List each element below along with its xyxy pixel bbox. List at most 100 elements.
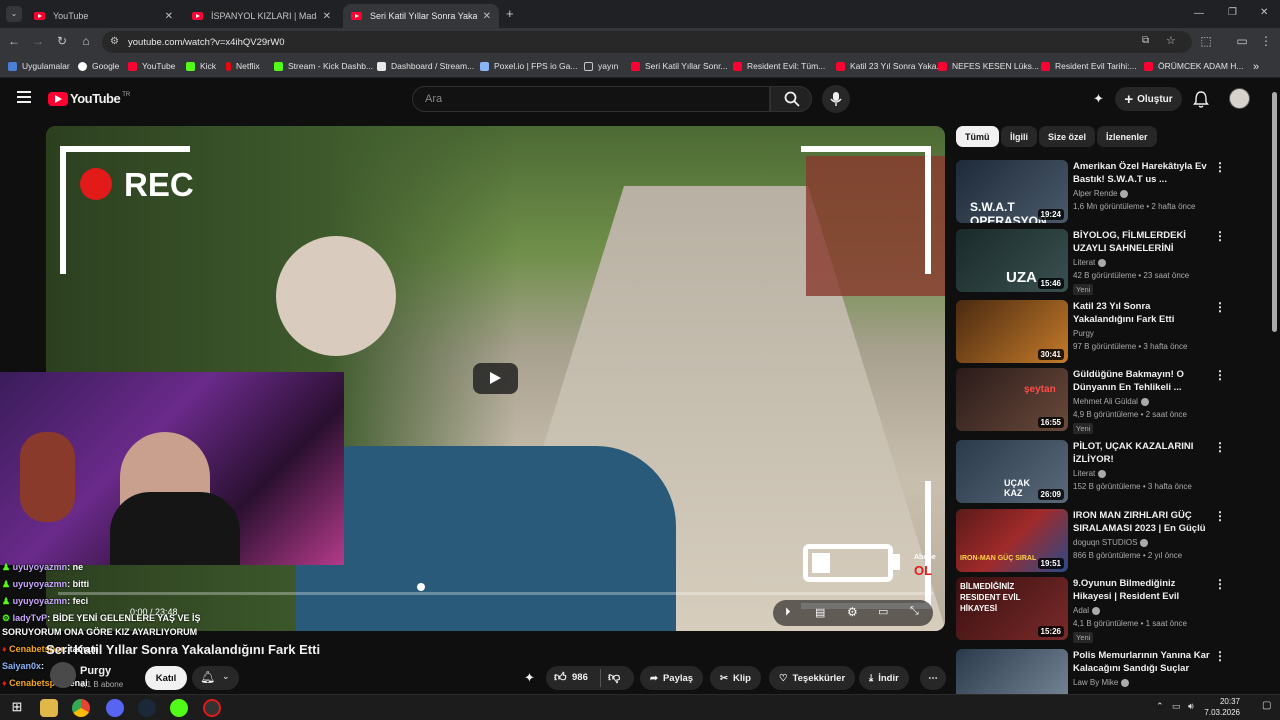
close-window-icon[interactable]: ✕: [1260, 7, 1268, 18]
forward-icon[interactable]: →: [30, 34, 46, 48]
thanks-button[interactable]: ♡ Teşekkürler: [769, 666, 856, 690]
channel-name[interactable]: Purgy: [80, 665, 111, 677]
rec-more-icon[interactable]: ⋮: [1214, 440, 1226, 454]
chip-for-you[interactable]: Size özel: [1039, 126, 1096, 147]
hamburger-menu-icon[interactable]: [17, 91, 31, 103]
rec-channel[interactable]: Alper Rende: [1073, 189, 1129, 198]
bookmark-kick[interactable]: Kick: [186, 61, 216, 71]
join-button[interactable]: Katıl: [145, 666, 187, 690]
rec-more-icon[interactable]: ⋮: [1214, 509, 1226, 523]
notifications-icon[interactable]: [1193, 90, 1209, 113]
tab-ispanyol[interactable]: İSPANYOL KIZLARI | Madara Ol ✕: [184, 4, 339, 28]
thumbs-down-icon[interactable]: 👎︎: [608, 670, 620, 685]
chrome-icon[interactable]: [72, 699, 90, 717]
rec-channel[interactable]: Purgy: [1073, 329, 1094, 338]
subtitles-icon[interactable]: ▤: [815, 606, 825, 619]
clip-button[interactable]: ✂ Klip: [710, 666, 761, 690]
windows-start-icon[interactable]: ⊞: [8, 699, 26, 717]
gemini-sparkle-icon[interactable]: ✦: [1093, 91, 1104, 107]
tab-youtube[interactable]: YouTube ✕: [26, 4, 181, 28]
file-explorer-icon[interactable]: [40, 699, 58, 717]
rec-title[interactable]: Katil 23 Yıl Sonra Yakalandığını Fark Et…: [1073, 300, 1213, 326]
rec-title[interactable]: IRON MAN ZIRHLARI GÜÇ SIRALAMASI 2023 | …: [1073, 509, 1213, 535]
notification-center-icon[interactable]: ▢: [1262, 700, 1271, 711]
channel-avatar[interactable]: [50, 662, 76, 688]
bookmark-resident-evil[interactable]: Resident Evil: Tüm...: [733, 61, 825, 71]
tab-seri-katil[interactable]: Seri Katil Yıllar Sonra Yakalandı ✕: [343, 4, 499, 28]
autoplay-toggle-icon[interactable]: ⏵: [785, 606, 791, 619]
rec-channel[interactable]: Mehmet Ali Güldal: [1073, 397, 1149, 406]
avatar[interactable]: [1229, 88, 1250, 109]
rec-channel[interactable]: Law By Mike: [1073, 678, 1130, 687]
bookmark-kick-stream[interactable]: Stream - Kick Dashb...: [274, 61, 373, 71]
share-button[interactable]: ➦ Paylaş: [640, 666, 704, 690]
steam-icon[interactable]: [138, 699, 156, 717]
bookmark-google[interactable]: Google: [78, 61, 119, 71]
recommendation-item[interactable]: 30:41 Katil 23 Yıl Sonra Yakalandığını F…: [956, 300, 1256, 364]
rec-more-icon[interactable]: ⋮: [1214, 229, 1226, 243]
rec-channel[interactable]: Adal: [1073, 606, 1101, 615]
subscription-bell-button[interactable]: 🔔︎ ⌄: [192, 666, 239, 690]
bookmark-resident-evil-tarihi[interactable]: Resident Evil Tarihi:...: [1041, 61, 1137, 71]
close-tab-icon[interactable]: ✕: [483, 11, 491, 22]
video-thumbnail[interactable]: [956, 649, 1068, 694]
close-tab-icon[interactable]: ✕: [323, 11, 331, 22]
create-button[interactable]: + Oluştur: [1115, 87, 1182, 111]
rec-title[interactable]: 9.Oyunun Bilmediğiniz Hikayesi | Residen…: [1073, 577, 1213, 603]
chip-all[interactable]: Tümü: [956, 126, 999, 147]
download-button[interactable]: ⤓ İndir: [859, 666, 909, 690]
cast-icon[interactable]: ⧉: [1142, 35, 1149, 46]
rec-more-icon[interactable]: ⋮: [1214, 160, 1226, 174]
more-actions-button[interactable]: ⋯: [920, 666, 946, 690]
play-button[interactable]: [473, 363, 518, 394]
new-tab-button[interactable]: +: [506, 6, 514, 21]
rec-channel[interactable]: doguqn STUDIOS: [1073, 538, 1149, 547]
bookmark-nefes-kesen[interactable]: NEFES KESEN Lüks...: [938, 61, 1039, 71]
video-thumbnail[interactable]: UÇAK KAZ 26:09: [956, 440, 1068, 503]
recommendation-item[interactable]: şeytan 16:55 Güldüğüne Bakmayın! O Dünyan…: [956, 368, 1256, 434]
thumbs-up-icon[interactable]: 👍︎: [554, 670, 567, 685]
chip-watched[interactable]: İzlenenler: [1097, 126, 1157, 147]
menu-icon[interactable]: ⋮: [1258, 34, 1274, 48]
progress-bar[interactable]: [58, 592, 933, 595]
reload-icon[interactable]: ↻: [54, 34, 70, 48]
video-thumbnail[interactable]: 30:41: [956, 300, 1068, 363]
rec-more-icon[interactable]: ⋮: [1214, 368, 1226, 382]
recommendation-item[interactable]: IRON-MAN GÜÇ SIRAL 19:51 IRON MAN ZIRHLAR…: [956, 509, 1256, 573]
clock-date[interactable]: 7.03.2026: [1200, 708, 1240, 717]
bookmark-star-icon[interactable]: ☆: [1166, 34, 1176, 47]
bookmark-netflix[interactable]: Netflix: [226, 61, 260, 71]
bookmark-youtube[interactable]: YouTube: [128, 61, 175, 71]
restore-icon[interactable]: ❐: [1228, 7, 1237, 18]
tab-search-button[interactable]: ⌄: [6, 6, 22, 22]
video-thumbnail[interactable]: S.W.A.T OPERASYON 19:24: [956, 160, 1068, 223]
bookmark-folder-yayin[interactable]: yayın: [584, 61, 618, 71]
xbox-icon[interactable]: [170, 699, 188, 717]
discord-icon[interactable]: [106, 699, 124, 717]
recommendation-item[interactable]: BİLMEDİĞİNİZ RESIDENT EVİL HİKAYESİ 15:26…: [956, 577, 1256, 643]
recommendation-item[interactable]: UZA 15:46 BİYOLOG, FİLMLERDEKİ UZAYLI SAH…: [956, 229, 1256, 295]
video-thumbnail[interactable]: BİLMEDİĞİNİZ RESIDENT EVİL HİKAYESİ 15:26: [956, 577, 1068, 640]
recommendation-item[interactable]: Polis Memurlarının Yanına Kar Kalacağını…: [956, 649, 1256, 694]
video-thumbnail[interactable]: şeytan 16:55: [956, 368, 1068, 431]
fullscreen-icon[interactable]: ⤡: [910, 605, 919, 618]
profile-icon[interactable]: ▭: [1234, 34, 1250, 48]
network-icon[interactable]: ▭: [1172, 701, 1181, 712]
obs-icon[interactable]: [203, 699, 221, 717]
back-icon[interactable]: ←: [6, 34, 22, 48]
youtube-logo[interactable]: YouTube TR: [48, 91, 130, 106]
bookmark-orumcek-adam[interactable]: ÖRÜMCEK ADAM H...: [1144, 61, 1243, 71]
close-tab-icon[interactable]: ✕: [165, 11, 173, 22]
rec-title[interactable]: Güldüğüne Bakmayın! O Dünyanın En Tehlik…: [1073, 368, 1213, 394]
rec-title[interactable]: BİYOLOG, FİLMLERDEKİ UZAYLI SAHNELERİNİ …: [1073, 229, 1213, 255]
minimize-icon[interactable]: —: [1194, 8, 1204, 19]
address-bar[interactable]: ⚙ youtube.com/watch?v=x4ihQV29rW0 ⧉ ☆: [102, 31, 1192, 53]
bookmark-dashboard[interactable]: Dashboard / Stream...: [377, 61, 474, 71]
search-input[interactable]: Ara: [412, 86, 770, 112]
extensions-icon[interactable]: ⬚: [1198, 34, 1214, 48]
bookmark-apps[interactable]: Uygulamalar: [8, 61, 70, 71]
clock-time[interactable]: 20:37: [1206, 697, 1240, 706]
site-info-icon[interactable]: ⚙: [110, 36, 119, 47]
settings-gear-icon[interactable]: ⚙: [847, 605, 858, 619]
volume-icon[interactable]: 🔊︎: [1188, 701, 1194, 712]
